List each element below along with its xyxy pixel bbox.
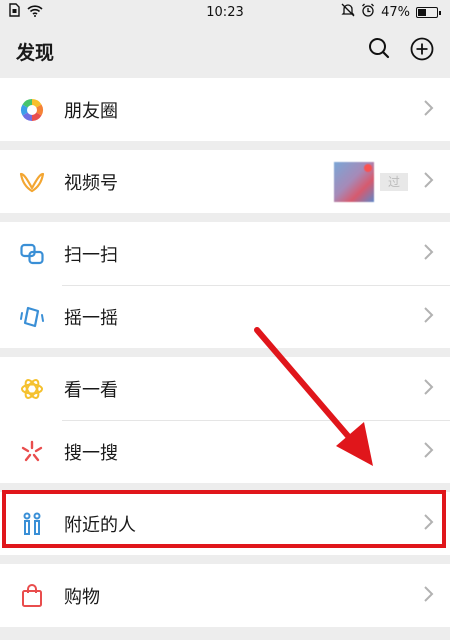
add-icon[interactable] (410, 37, 434, 65)
section-look-search: 看一看 搜一搜 (0, 357, 450, 483)
nav-bar: 发现 (0, 24, 450, 78)
section-moments: 朋友圈 (0, 78, 450, 141)
section-shopping: 购物 (0, 564, 450, 627)
battery-percent: 47% (381, 4, 410, 20)
channels-thumbnail-text: 过 (380, 172, 408, 191)
shopping-bag-icon (18, 582, 46, 610)
channels-update-thumbnail: 过 (334, 161, 408, 202)
section-people-nearby: 附近的人 (0, 492, 450, 555)
row-shopping[interactable]: 购物 (0, 564, 450, 627)
alarm-icon (361, 3, 375, 21)
row-top-stories[interactable]: 看一看 (0, 357, 450, 420)
chevron-right-icon (422, 171, 434, 193)
row-label: 视频号 (64, 172, 118, 194)
row-label: 看一看 (64, 379, 118, 401)
row-label: 购物 (64, 586, 100, 608)
search-feature-icon (18, 438, 46, 466)
people-nearby-icon (18, 510, 46, 538)
chevron-right-icon (422, 378, 434, 400)
row-label: 朋友圈 (64, 100, 118, 122)
wifi-icon (27, 4, 43, 21)
row-label: 扫一扫 (64, 244, 118, 266)
channels-thumbnail-image (334, 161, 374, 202)
red-dot-badge (364, 163, 372, 172)
channels-icon (18, 168, 46, 196)
scan-icon (18, 240, 46, 268)
mute-bell-icon (341, 3, 355, 21)
row-shake[interactable]: 摇一摇 (0, 285, 450, 348)
chevron-right-icon (422, 513, 434, 535)
row-people-nearby[interactable]: 附近的人 (0, 492, 450, 555)
moments-icon (18, 96, 46, 124)
top-stories-icon (18, 375, 46, 403)
chevron-right-icon (422, 243, 434, 265)
section-channels: 视频号 过 (0, 150, 450, 213)
battery-icon (416, 6, 441, 18)
section-scan-shake: 扫一扫 摇一摇 (0, 222, 450, 348)
status-bar: 10:23 47% (0, 0, 450, 24)
search-icon[interactable] (368, 37, 390, 65)
chevron-right-icon (422, 585, 434, 607)
row-label: 搜一搜 (64, 442, 118, 464)
page-title: 发现 (16, 41, 55, 64)
chevron-right-icon (422, 306, 434, 328)
row-channels[interactable]: 视频号 过 (0, 150, 450, 213)
row-scan[interactable]: 扫一扫 (0, 222, 450, 285)
chevron-right-icon (422, 441, 434, 463)
row-label: 附近的人 (64, 514, 136, 536)
row-moments[interactable]: 朋友圈 (0, 78, 450, 141)
row-search[interactable]: 搜一搜 (0, 420, 450, 483)
row-label: 摇一摇 (64, 307, 118, 329)
sim-icon (8, 3, 21, 21)
shake-icon (18, 303, 46, 331)
chevron-right-icon (422, 99, 434, 121)
